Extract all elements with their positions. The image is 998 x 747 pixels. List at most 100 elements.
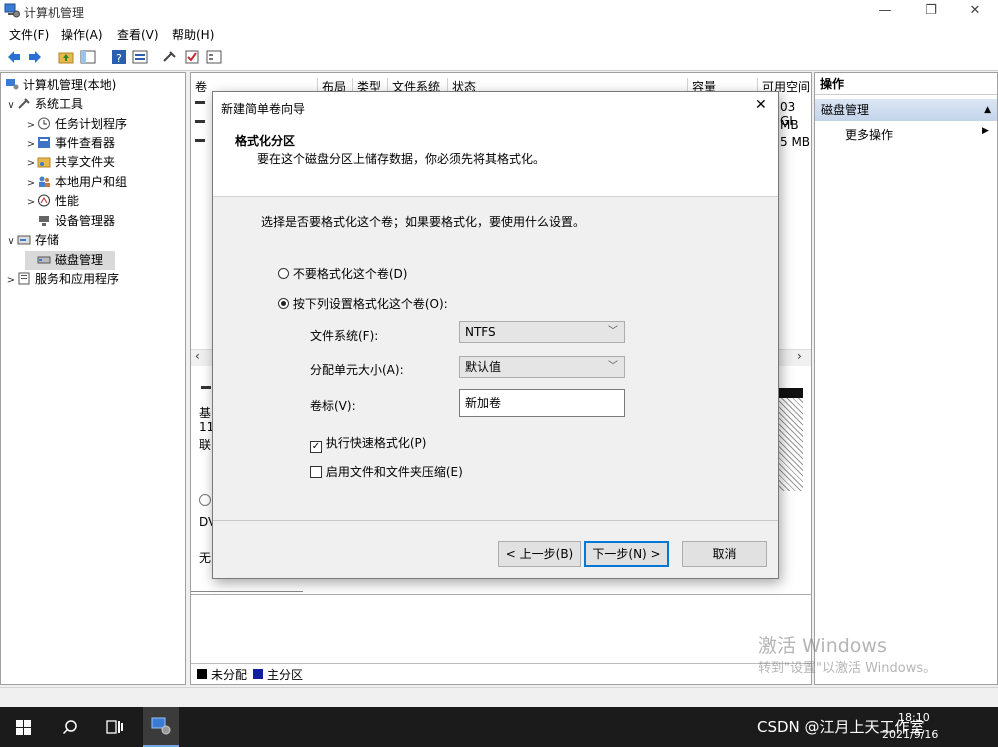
check-icon[interactable] — [184, 49, 200, 65]
free-space-value: MB — [780, 118, 799, 132]
disk-info-text: 联 — [199, 438, 212, 452]
dialog-close-button[interactable]: ✕ — [755, 97, 767, 113]
chevron-right-icon[interactable]: ▶ — [982, 126, 989, 136]
quick-format-checkbox[interactable]: ✓ 执行快速格式化(P) — [310, 434, 426, 453]
volume-row-icon — [195, 120, 205, 123]
chevron-down-icon[interactable]: ∨ — [5, 96, 17, 115]
tree-item-storage[interactable]: ∨ 存储 — [5, 231, 59, 250]
checkbox-unchecked-icon[interactable] — [310, 466, 322, 478]
tree-item-system-tools[interactable]: ∨ 系统工具 — [5, 95, 83, 114]
search-icon[interactable] — [62, 719, 78, 735]
list-view-icon[interactable] — [206, 49, 222, 65]
status-bar — [0, 687, 998, 708]
disk-info-text: 基 — [199, 406, 212, 420]
cancel-button[interactable]: 取消 — [682, 541, 767, 567]
compression-label: 启用文件和文件夹压缩(E) — [325, 465, 463, 479]
menu-action[interactable]: 操作(A) — [61, 26, 103, 43]
next-button[interactable]: 下一步(N) > — [584, 541, 669, 567]
tree-item-performance[interactable]: > 性能 — [25, 192, 79, 211]
tree-root[interactable]: 计算机管理(本地) — [5, 76, 116, 95]
radio-no-format[interactable]: 不要格式化这个卷(D) — [278, 265, 407, 282]
volume-row-icon — [195, 139, 205, 142]
task-view-icon[interactable] — [106, 719, 124, 735]
filesystem-label: 文件系统(F): — [310, 329, 379, 343]
properties-icon[interactable] — [132, 49, 148, 65]
filesystem-select[interactable]: NTFS ﹀ — [459, 321, 625, 343]
tree-item-local-users[interactable]: > 本地用户和组 — [25, 173, 127, 192]
tree-item-device-manager[interactable]: 设备管理器 — [25, 212, 115, 231]
chevron-down-icon[interactable]: ∨ — [5, 232, 17, 251]
scroll-left-arrow-icon[interactable]: ‹ — [195, 349, 200, 363]
connect-icon[interactable] — [162, 49, 178, 65]
compression-checkbox[interactable]: 启用文件和文件夹压缩(E) — [310, 463, 463, 480]
chevron-right-icon[interactable]: > — [5, 271, 17, 290]
radio-format-label: 按下列设置格式化这个卷(O): — [292, 297, 448, 311]
legend-swatch-unallocated — [197, 669, 207, 679]
chevron-right-icon[interactable]: > — [25, 135, 37, 154]
allocation-unit-select[interactable]: 默认值 ﹀ — [459, 356, 625, 378]
event-viewer-icon — [38, 137, 50, 148]
disk-icon — [37, 256, 51, 264]
windows-start-icon[interactable] — [16, 720, 31, 735]
checkbox-checked-icon[interactable]: ✓ — [310, 441, 322, 453]
legend-primary-label: 主分区 — [267, 668, 304, 682]
tree-item-label: 性能 — [55, 194, 80, 208]
users-icon — [39, 176, 50, 187]
show-hide-tree-icon[interactable] — [80, 49, 96, 65]
chevron-right-icon[interactable]: > — [25, 193, 37, 212]
quick-format-label: 执行快速格式化(P) — [325, 436, 427, 450]
legend-divider — [191, 663, 811, 664]
tree-item-label: 本地用户和组 — [55, 175, 128, 189]
tree-item-disk-management[interactable]: 磁盘管理 — [25, 251, 115, 270]
tree-item-shared-folders[interactable]: > 共享文件夹 — [25, 153, 115, 172]
taskbar-app-computer-management[interactable] — [143, 707, 179, 747]
tree-item-task-scheduler[interactable]: > 任务计划程序 — [25, 115, 127, 134]
tree-item-label: 事件查看器 — [55, 136, 116, 150]
actions-section-label: 磁盘管理 — [821, 103, 870, 117]
clock-time[interactable]: 18:10 — [898, 711, 930, 724]
tree-item-services-apps[interactable]: > 服务和应用程序 — [5, 270, 119, 289]
free-space-value: 5 MB — [780, 135, 811, 149]
wizard-title: 新建简单卷向导 — [221, 102, 306, 116]
scroll-right-arrow-icon[interactable]: › — [797, 349, 802, 363]
radio-button[interactable] — [278, 268, 289, 279]
tree-item-event-viewer[interactable]: > 事件查看器 — [25, 134, 115, 153]
minimize-button[interactable]: — — [862, 0, 908, 22]
wizard-page-heading: 格式化分区 — [235, 134, 296, 148]
menu-file[interactable]: 文件(F) — [9, 26, 49, 43]
close-button[interactable]: ✕ — [952, 0, 998, 22]
help-icon[interactable]: ? — [111, 49, 127, 65]
svg-text:?: ? — [116, 52, 122, 65]
back-arrow-icon[interactable] — [6, 49, 22, 65]
tools-icon — [18, 98, 30, 109]
navigation-tree: 计算机管理(本地) ∨ 系统工具 > 任务计划程序 > 事件查看器 > 共享文件夹 > 本… — [0, 72, 186, 685]
menu-help[interactable]: 帮助(H) — [172, 26, 214, 43]
volume-label-input[interactable]: 新加卷 — [459, 389, 625, 417]
up-folder-icon[interactable] — [58, 49, 74, 65]
chevron-right-icon[interactable]: > — [25, 116, 37, 135]
activation-watermark-title: 激活 Windows — [758, 635, 887, 657]
chevron-right-icon[interactable]: > — [25, 154, 37, 173]
volume-label-label: 卷标(V): — [310, 399, 356, 413]
performance-icon — [38, 194, 50, 207]
chevron-right-icon[interactable]: > — [25, 174, 37, 193]
tree-item-label: 设备管理器 — [55, 214, 116, 228]
radio-button-selected[interactable] — [278, 298, 289, 309]
forward-arrow-icon[interactable] — [27, 49, 43, 65]
tree-item-label: 服务和应用程序 — [35, 272, 120, 286]
menu-view[interactable]: 查看(V) — [117, 26, 159, 43]
back-button[interactable]: < 上一步(B) — [498, 541, 581, 567]
collapse-up-icon[interactable]: ▲ — [984, 99, 991, 121]
computer-management-icon — [6, 79, 19, 90]
computer-management-icon — [151, 717, 171, 735]
unallocated-region[interactable] — [779, 388, 803, 491]
allocation-unit-label: 分配单元大小(A): — [310, 363, 404, 377]
tree-root-label: 计算机管理(本地) — [23, 78, 117, 92]
actions-section-disk-management[interactable]: 磁盘管理 ▲ — [815, 99, 997, 121]
format-prompt: 选择是否要格式化这个卷；如果要格式化，要使用什么设置。 — [261, 215, 586, 229]
clock-date[interactable]: 2021/9/16 — [882, 728, 938, 741]
maximize-button[interactable]: ❐ — [908, 0, 954, 22]
more-actions-link[interactable]: 更多操作 — [845, 126, 893, 143]
radio-format[interactable]: 按下列设置格式化这个卷(O): — [278, 295, 448, 312]
taskbar: CSDN @江月上天工作室 18:10 2021/9/16 — [0, 707, 998, 747]
